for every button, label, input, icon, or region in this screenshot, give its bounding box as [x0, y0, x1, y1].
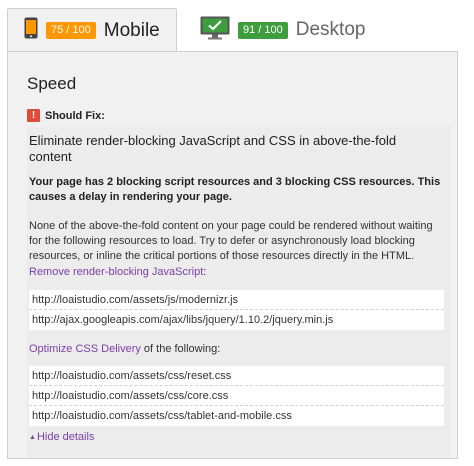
desktop-score-badge: 91 / 100 — [238, 21, 288, 39]
should-fix-header: ! Should Fix: — [27, 109, 105, 122]
results-panel: Speed ! Should Fix: Eliminate render-blo… — [7, 51, 458, 459]
css-url-list: http://loaistudio.com/assets/css/reset.c… — [29, 366, 444, 426]
optimize-css-delivery-link[interactable]: Optimize CSS Delivery — [29, 343, 141, 355]
list-item: http://loaistudio.com/assets/css/reset.c… — [29, 366, 444, 386]
js-url-list: http://loaistudio.com/assets/js/moderniz… — [29, 290, 444, 330]
hide-details-label: Hide details — [36, 431, 95, 443]
rule-description: None of the above-the-fold content on yo… — [29, 220, 433, 262]
hide-details-link[interactable]: ▲ Hide details — [29, 431, 94, 443]
list-item: http://loaistudio.com/assets/css/tablet-… — [29, 406, 444, 426]
rule-summary: Your page has 2 blocking script resource… — [29, 176, 441, 203]
mobile-score-badge: 75 / 100 — [46, 22, 96, 39]
warning-icon: ! — [27, 109, 40, 122]
mobile-phone-icon — [24, 17, 38, 44]
tab-mobile-label: Mobile — [103, 19, 160, 41]
rule-heading: Eliminate render-blocking JavaScript and… — [29, 133, 397, 164]
list-item: http://loaistudio.com/assets/css/core.cs… — [29, 386, 444, 406]
css-link-line: Optimize CSS Delivery of the following: — [29, 343, 220, 355]
js-link-suffix: : — [203, 266, 207, 278]
should-fix-label: Should Fix: — [45, 109, 105, 122]
device-tabs: 75 / 100 Mobile 91 / 100 Desktop — [0, 0, 474, 52]
rule-block: Eliminate render-blocking JavaScript and… — [27, 127, 451, 457]
collapse-triangle-icon: ▲ — [29, 433, 36, 441]
tab-desktop-label: Desktop — [295, 19, 366, 40]
tab-mobile[interactable]: 75 / 100 Mobile — [7, 8, 177, 52]
list-item: http://loaistudio.com/assets/js/moderniz… — [29, 290, 444, 310]
list-item: http://ajax.googleapis.com/ajax/libs/jqu… — [29, 310, 444, 330]
tab-desktop[interactable]: 91 / 100 Desktop — [186, 8, 366, 52]
css-link-suffix: of the following: — [140, 343, 221, 355]
remove-render-blocking-js-link[interactable]: Remove render-blocking JavaScript — [29, 266, 203, 278]
js-link-line: Remove render-blocking JavaScript: — [29, 266, 206, 278]
section-title: Speed — [27, 74, 77, 93]
desktop-monitor-check-icon — [200, 16, 230, 45]
